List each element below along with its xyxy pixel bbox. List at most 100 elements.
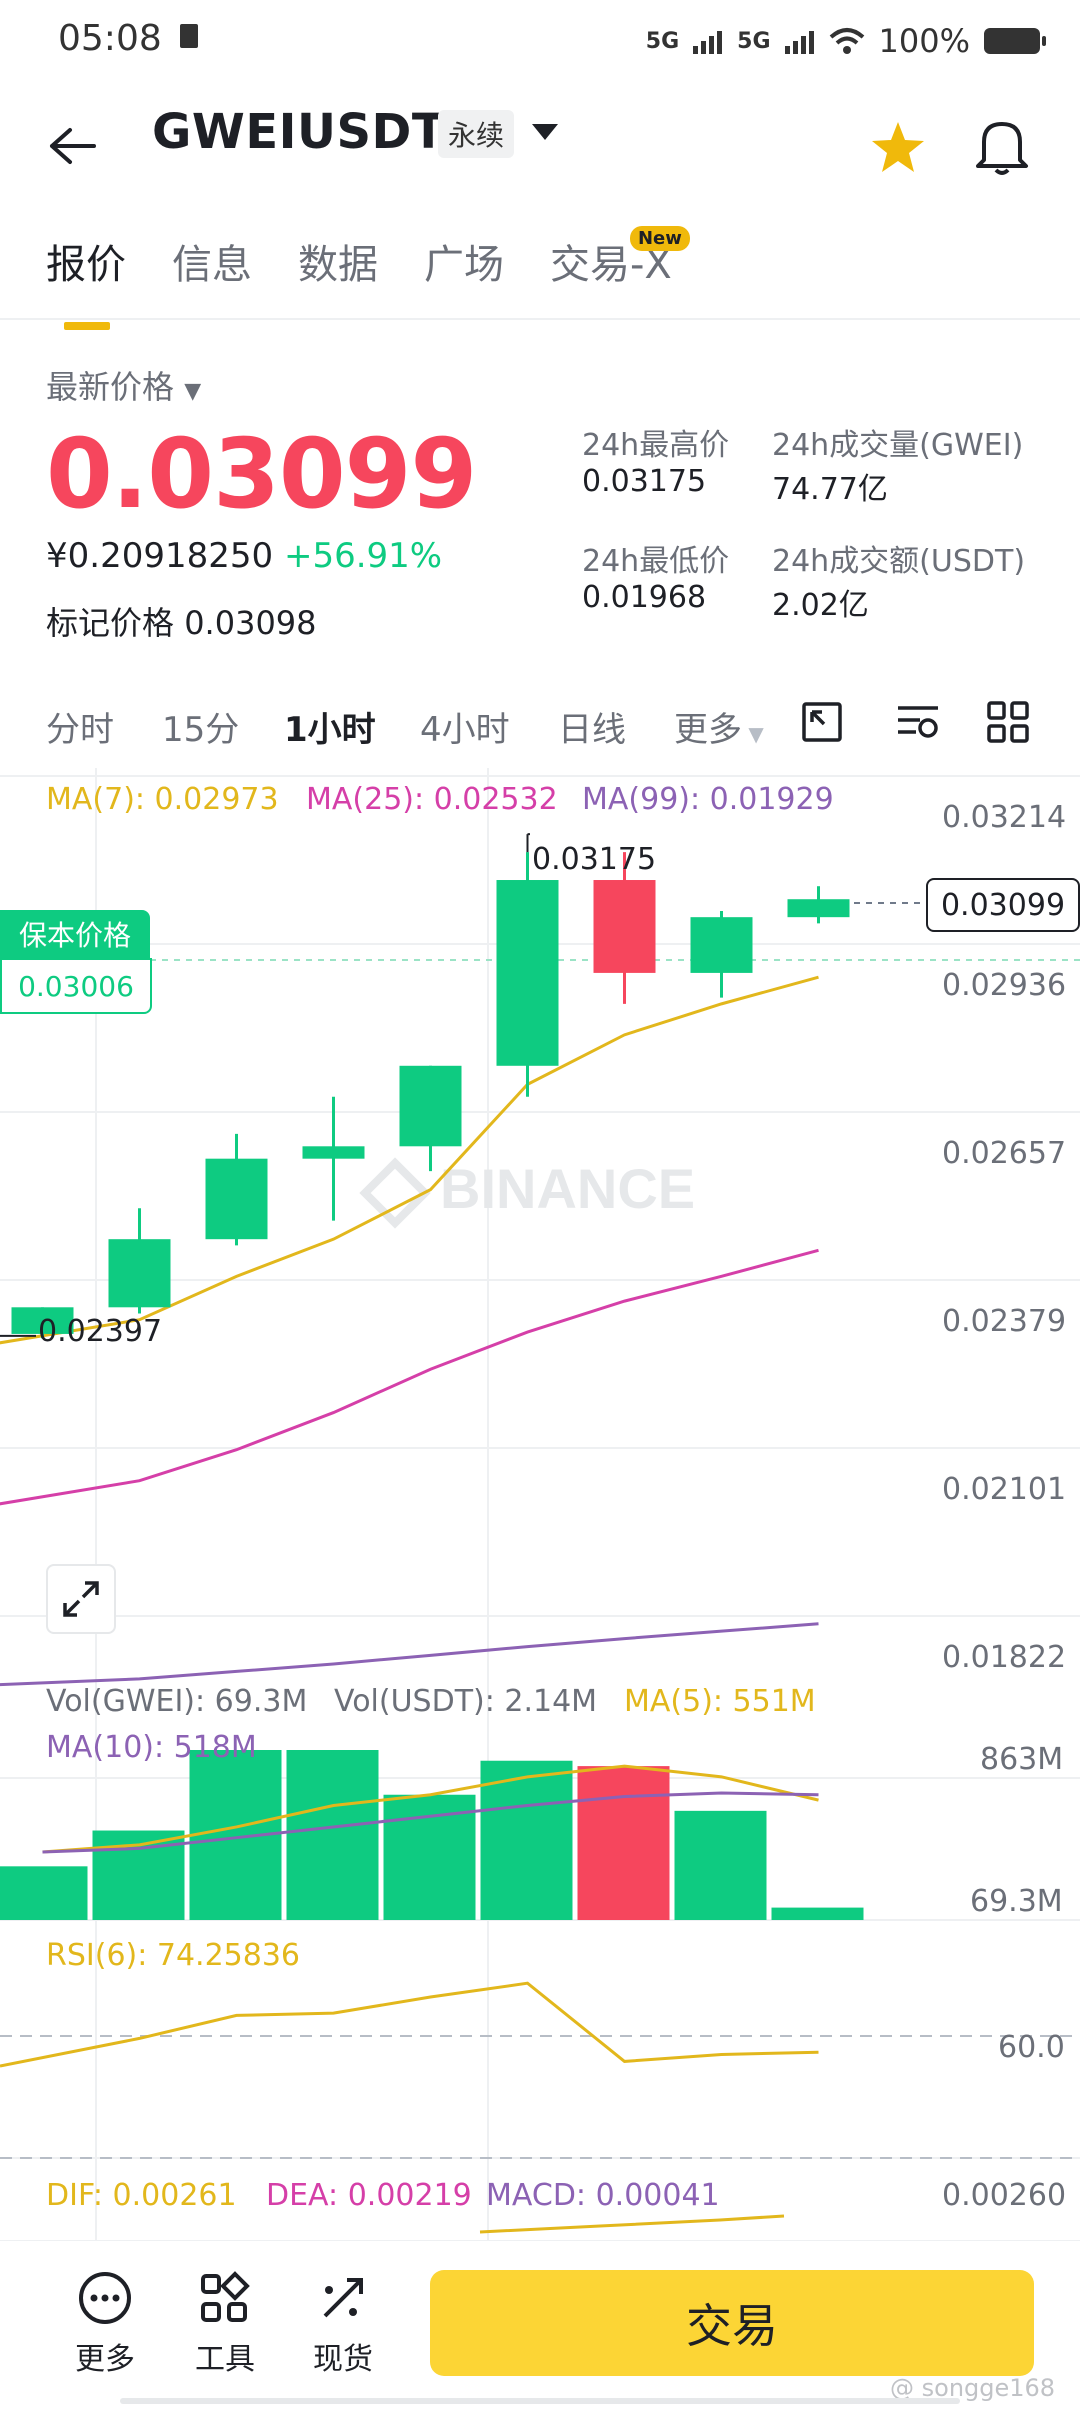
ma99-line (0, 1622, 819, 1687)
interval-4h[interactable]: 4小时 (420, 702, 510, 751)
amount-label: 24h成交额(USDT) (772, 544, 1026, 579)
interval-1h[interactable]: 1小时 (284, 702, 376, 751)
signal-5g-1: 5G (645, 28, 680, 54)
status-right: 5G 5G 100% (645, 22, 1046, 60)
tools-button[interactable]: 工具 (180, 2270, 270, 2378)
binance-watermark: BINANCE (359, 1157, 695, 1229)
new-badge: New (629, 226, 690, 251)
tab-quote[interactable]: 报价 (46, 232, 126, 330)
wifi-icon (829, 28, 864, 54)
more-label: 更多 (75, 2342, 135, 2377)
candle-body (593, 880, 656, 973)
chart-settings-icon[interactable] (800, 700, 844, 744)
candle-body (302, 1146, 365, 1159)
tab-info[interactable]: 信息 (172, 232, 252, 290)
symbol-dropdown-icon[interactable] (532, 124, 558, 140)
macd-axis: 0.00260 (942, 2178, 1067, 2213)
volume-bar (286, 1750, 379, 1920)
high-label: 24h最高价 (582, 428, 730, 463)
low-value: 0.01968 (582, 580, 707, 615)
y-tick-5: 0.01822 (942, 1640, 1067, 1675)
amount-value: 2.02亿 (772, 588, 869, 623)
latest-price-label[interactable]: 最新价格 ▼ (46, 362, 201, 408)
tab-data[interactable]: 数据 (298, 232, 378, 290)
contract-type-badge: 永续 (438, 110, 515, 158)
latest-price: 0.03099 (46, 418, 477, 530)
battery-percent: 100% (878, 22, 970, 60)
ma99-label: MA(99): 0.01929 (582, 782, 834, 817)
y-tick-1: 0.02936 (942, 968, 1067, 1003)
cny-price-row: ¥0.20918250 +56.91% (46, 536, 442, 576)
volume-bar (771, 1907, 864, 1920)
interval-more[interactable]: 更多 ▼ (674, 702, 764, 751)
bell-icon[interactable] (974, 116, 1030, 178)
low-label: 24h最低价 (582, 544, 730, 579)
signal-bars-icon-2 (784, 31, 814, 54)
tab-trade-x[interactable]: 交易-X New (550, 226, 690, 290)
vol-usdt-label: Vol(USDT): 2.14M (334, 1684, 598, 1719)
interval-line[interactable]: 分时 (46, 702, 114, 751)
candle-body (205, 1158, 268, 1240)
interval-1d[interactable]: 日线 (558, 702, 626, 751)
battery-icon (984, 28, 1046, 54)
volume-label: 24h成交量(GWEI) (772, 428, 1024, 463)
spot-swap-icon (323, 2278, 363, 2318)
candle-body (108, 1239, 171, 1308)
tab-square[interactable]: 广场 (424, 232, 504, 290)
tabs-divider (0, 318, 1080, 320)
volume-value: 74.77亿 (772, 472, 888, 507)
high-value: 0.03175 (582, 464, 707, 499)
breakeven-label: 保本价格 (0, 910, 150, 958)
y-tick-4: 0.02101 (942, 1472, 1067, 1507)
macd-dea-label: DEA: 0.00219 (266, 2178, 472, 2213)
rsi-label: RSI(6): 74.25836 (46, 1938, 301, 1973)
ma7-label: MA(7): 0.02973 (46, 782, 279, 817)
volume-bar (480, 1760, 573, 1920)
home-indicator (120, 2398, 960, 2404)
current-price-tag: 0.03099 (926, 878, 1080, 932)
signal-bars-icon (693, 31, 723, 54)
cny-price: ¥0.20918250 (46, 536, 274, 576)
volume-bar (577, 1766, 670, 1920)
favorite-star-icon[interactable] (870, 120, 926, 174)
macd-dif-line (479, 2214, 785, 2234)
watermark-text: BINANCE (440, 1157, 695, 1220)
grid-layout-icon[interactable] (986, 700, 1030, 744)
mark-price-row: 标记价格 0.03098 (46, 598, 317, 644)
mark-price-value: 0.03098 (184, 604, 317, 642)
candle-body (496, 880, 559, 1066)
expand-chart-button[interactable] (46, 1564, 116, 1634)
ma25-label: MA(25): 0.02532 (306, 782, 558, 817)
back-arrow-icon[interactable] (48, 126, 98, 166)
mark-price-label: 标记价格 (46, 604, 175, 642)
chart-canvas[interactable]: BINANCE (0, 768, 1080, 2240)
macd-value-label: MACD: 0.00041 (486, 2178, 720, 2213)
trade-button[interactable]: 交易 (430, 2270, 1034, 2376)
expand-icon (63, 1581, 99, 1617)
vol-gwei-label: Vol(GWEI): 69.3M (46, 1684, 308, 1719)
interval-more-caret-icon: ▼ (742, 722, 764, 746)
rsi-line (0, 1981, 819, 2068)
vol-axis-top: 863M (980, 1742, 1064, 1777)
candle-body (787, 899, 850, 918)
interval-15m[interactable]: 15分 (162, 702, 239, 751)
spot-button[interactable]: 现货 (298, 2270, 388, 2378)
status-time: 05:08 (58, 18, 162, 59)
y-tick-2: 0.02657 (942, 1136, 1067, 1171)
spot-label: 现货 (313, 2342, 373, 2377)
tools-grid-icon (201, 2271, 250, 2322)
status-bar: 05:08 5G 5G 100% (0, 0, 1080, 80)
tools-label: 工具 (195, 2342, 255, 2377)
indicator-icon[interactable] (894, 700, 942, 744)
interval-more-label: 更多 (674, 710, 742, 750)
more-dots-icon (79, 2272, 131, 2324)
high-annotation: 0.03175 (532, 842, 657, 877)
latest-price-caret-icon: ▼ (184, 379, 202, 404)
vol-ma10-label: MA(10): 518M (46, 1730, 257, 1765)
sim-icon (180, 24, 198, 48)
more-button[interactable]: 更多 (60, 2270, 150, 2378)
vol-ma5-label: MA(5): 551M (624, 1684, 816, 1719)
candle-body (399, 1065, 462, 1147)
symbol-title[interactable]: GWEIUSDT (152, 104, 445, 160)
y-tick-3: 0.02379 (942, 1304, 1067, 1339)
